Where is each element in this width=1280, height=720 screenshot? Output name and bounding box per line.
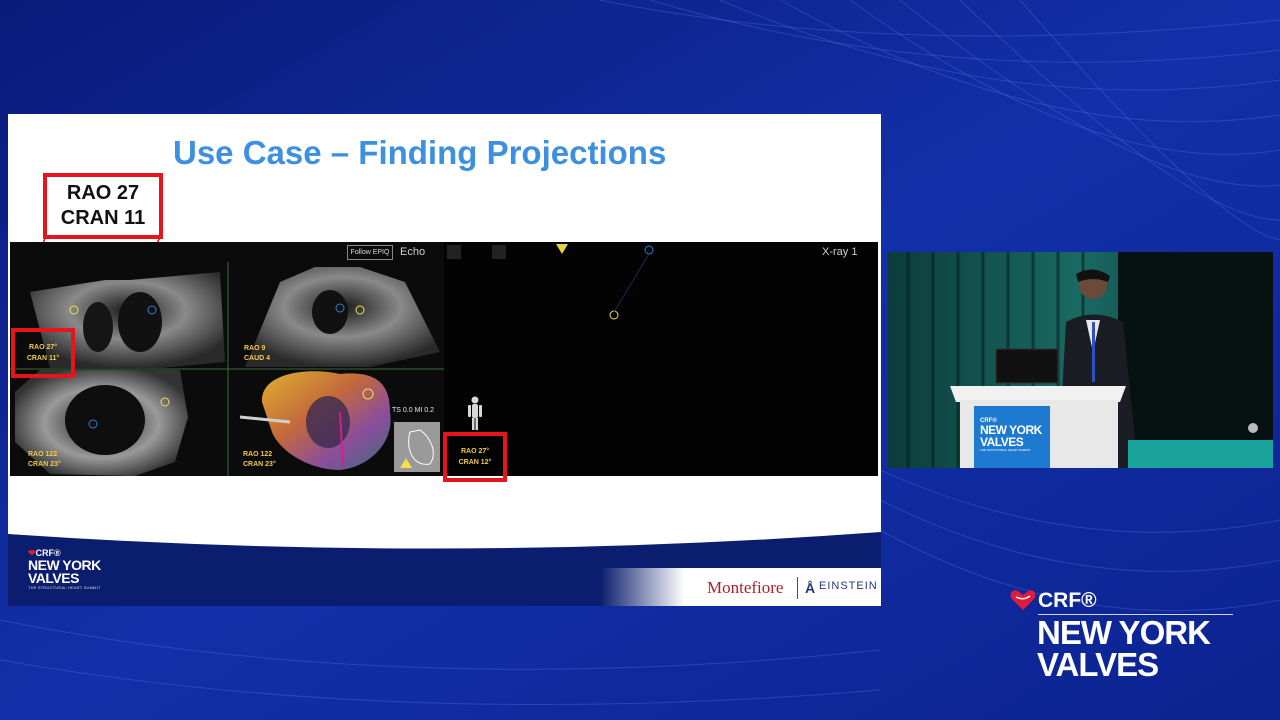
- echo-measure-readout: TS 0.0 MI 0.2: [392, 407, 435, 414]
- echo-view-4-label: RAO 122 CRAN 23°: [243, 451, 276, 468]
- xray-projection-highlight: RAO 27° CRAN 12°: [443, 432, 507, 482]
- echo-view-2-label: RAO 9 CAUD 4: [244, 345, 271, 362]
- crf-wordmark: CRF®: [1038, 589, 1097, 612]
- echo-images: [10, 262, 444, 476]
- partner-divider: [797, 577, 798, 599]
- echo-view-1-label-l2: CRAN 11°: [26, 355, 60, 362]
- einstein-logo: EINSTEIN: [819, 580, 878, 592]
- callout-line-2: CRAN 11: [60, 207, 146, 229]
- xray-panel: X-ray 1: [444, 242, 878, 476]
- montefiore-logo: Montefiore: [707, 578, 784, 597]
- callout-line-1: RAO 27: [66, 182, 140, 204]
- presentation-slide: Use Case – Finding Projections RAO 27 CR…: [8, 114, 881, 606]
- speaker-scene: [888, 252, 1273, 468]
- warning-icon: [556, 244, 568, 254]
- podium-logo: CRF® NEW YORK VALVES THE STRUCTURAL HEAR…: [980, 418, 1042, 452]
- einstein-icon: Å: [805, 580, 816, 596]
- projection-callout: RAO 27 CRAN 11: [43, 173, 163, 239]
- logo-line-2: VALVES: [1037, 646, 1159, 683]
- xray-view-label-l2: CRAN 12°: [458, 459, 492, 466]
- echo-projection-highlight: RAO 27° CRAN 11°: [11, 328, 75, 378]
- xray-view: [447, 244, 654, 430]
- echo-panel: Follow EPIQ Echo RAO 9 CAUD 4 RAO 122 CRAN…: [10, 242, 444, 476]
- echo-view-1-label-l1: RAO 27°: [28, 344, 58, 351]
- patient-orientation-figure: [468, 396, 482, 430]
- echo-view-3-label: RAO 122 CRAN 23°: [28, 451, 61, 468]
- xray-panel-title: X-ray 1: [822, 246, 858, 258]
- echo-panel-title: Echo: [400, 246, 426, 258]
- follow-epiq-button[interactable]: Follow EPIQ: [347, 245, 393, 260]
- speaker-video: CRF® NEW YORK VALVES THE STRUCTURAL HEAR…: [888, 252, 1273, 468]
- slide-crf-logo: ❤CRF® NEW YORK VALVES THE STRUCTURAL HEA…: [28, 548, 101, 590]
- xray-view-label-l1: RAO 27°: [460, 448, 490, 455]
- logo-line-1: NEW YORK: [1037, 614, 1211, 651]
- slide-title: Use Case – Finding Projections: [173, 134, 667, 171]
